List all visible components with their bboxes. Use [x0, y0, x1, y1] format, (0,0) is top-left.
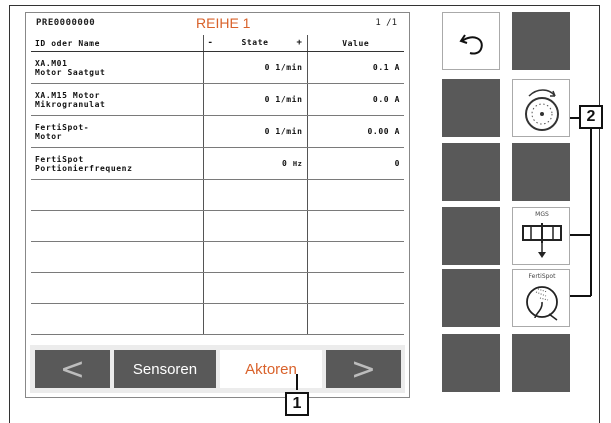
row-state: 0 1/min [202, 115, 307, 148]
page-title: REIHE 1 [196, 15, 251, 31]
back-arrow-icon [459, 34, 483, 55]
row-name-line2: Mikrogranulat [35, 99, 106, 109]
mgs-button[interactable]: MGS [512, 207, 570, 265]
column-header-name: ID oder Name [31, 35, 203, 52]
column-header-state: - State + [202, 35, 307, 52]
softkey-empty[interactable] [512, 12, 570, 70]
mgs-label: MGS [535, 211, 549, 218]
back-button[interactable] [442, 12, 500, 70]
actuator-table: ID oder Name - State + Value XA.M01 Motor… [31, 35, 404, 335]
row-value: 0.1 A [306, 51, 404, 84]
page-counter: 1 /1 [375, 18, 397, 28]
callout-2-leader [570, 295, 591, 297]
table-row[interactable]: FertiSpot- Motor 0 1/min 0.00 A [31, 115, 404, 148]
row-name-line1: FertiSpot- [35, 122, 90, 132]
chevron-right-icon: > [350, 351, 377, 387]
table-header: ID oder Name - State + Value [31, 35, 404, 52]
row-name-line1: XA.M15 Motor [35, 90, 100, 100]
previous-page-button[interactable]: < [35, 350, 110, 388]
table-row-empty [31, 210, 404, 242]
softkey-empty[interactable] [512, 334, 570, 392]
callout-1-leader [296, 374, 298, 390]
softkey-empty[interactable] [442, 143, 500, 201]
row-value: 0.00 A [306, 115, 404, 148]
state-minus-label: - [207, 38, 214, 48]
table-row[interactable]: XA.M15 Motor Mikrogranulat 0 1/min 0.0 A [31, 83, 404, 116]
table-row[interactable]: XA.M01 Motor Saatgut 0 1/min 0.1 A [31, 51, 404, 84]
chevron-left-icon: < [59, 351, 86, 387]
callout-1: 1 [285, 392, 309, 416]
seed-disc-rotation-icon [525, 89, 559, 131]
header-bar: PRE0000000 REIHE 1 1 /1 [26, 13, 409, 35]
row-name-line1: FertiSpot [35, 154, 84, 164]
row-value: 0.0 A [306, 83, 404, 116]
table-row-empty [31, 272, 404, 304]
state-plus-label: + [296, 38, 303, 48]
bottom-navigation: < Sensoren Aktoren > [30, 345, 405, 393]
row-name-line2: Portionierfrequenz [35, 163, 133, 173]
callout-2: 2 [579, 105, 603, 129]
row-value: 0 [306, 147, 404, 180]
row-name: FertiSpot Portionierfrequenz [31, 147, 203, 180]
table-row-empty [31, 179, 404, 211]
terminal-screen: PRE0000000 REIHE 1 1 /1 ID oder Name - S… [25, 12, 410, 398]
fertispot-label: FertiSpot [528, 273, 556, 280]
row-state-unit: Hz [292, 160, 303, 168]
row-name: FertiSpot- Motor [31, 115, 203, 148]
softkey-empty[interactable] [442, 269, 500, 327]
row-name: XA.M01 Motor Saatgut [31, 51, 203, 84]
next-page-button[interactable]: > [326, 350, 401, 388]
table-row-empty [31, 241, 404, 273]
row-name-line1: XA.M01 [35, 58, 68, 68]
aktoren-tab[interactable]: Aktoren [220, 350, 322, 388]
state-label: State [241, 38, 269, 47]
table-row[interactable]: FertiSpot Portionierfrequenz 0 Hz 0 [31, 147, 404, 180]
callout-2-leader [590, 129, 592, 296]
row-state-number: 0 [282, 159, 288, 168]
callout-2-leader [570, 117, 579, 119]
row-name-line2: Motor [35, 131, 63, 141]
column-header-value: Value [306, 35, 404, 52]
row-state: 0 Hz [202, 147, 307, 180]
row-name: XA.M15 Motor Mikrogranulat [31, 83, 203, 116]
row-name-line2: Motor Saatgut [35, 67, 106, 77]
softkey-empty[interactable] [512, 143, 570, 201]
table-row-empty [31, 303, 404, 335]
row-state: 0 1/min [202, 51, 307, 84]
seed-disc-button[interactable] [512, 79, 570, 137]
machine-id: PRE0000000 [36, 18, 96, 28]
callout-2-leader [570, 234, 591, 236]
softkey-panel: MGS FertiSpot [442, 12, 572, 398]
softkey-empty[interactable] [442, 334, 500, 392]
softkey-empty[interactable] [442, 79, 500, 137]
sensoren-tab[interactable]: Sensoren [114, 350, 216, 388]
softkey-empty[interactable] [442, 207, 500, 265]
fertispot-button[interactable]: FertiSpot [512, 269, 570, 327]
row-state: 0 1/min [202, 83, 307, 116]
